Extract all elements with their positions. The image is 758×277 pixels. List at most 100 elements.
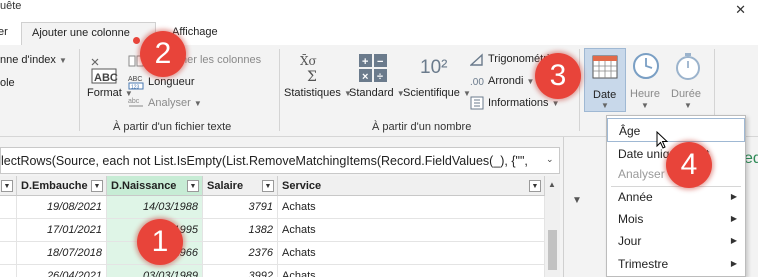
svg-text:ABC: ABC (128, 76, 142, 83)
dropdown-arrow-icon: ▼ (684, 101, 692, 110)
svg-text:×: × (362, 71, 368, 83)
filter-dropdown-icon[interactable]: ▼ (262, 180, 274, 192)
parse-button[interactable]: Analyser ▼ (148, 97, 202, 109)
date-button[interactable]: Date ▼ (584, 48, 626, 112)
annotation-badge-3: 3 (535, 53, 581, 99)
header-label: Service (282, 180, 322, 192)
group-label-number: À partir d'un nombre (372, 121, 472, 133)
length-icon: ABC 123 (128, 76, 144, 91)
table-cell[interactable]: Achats (278, 265, 545, 277)
menu-item-age[interactable]: Âge (607, 118, 745, 142)
header-label: Salaire (207, 180, 244, 192)
menu-item-label: Jour (618, 234, 642, 248)
column-header-d-embauche[interactable]: D.Embauche ▼ (17, 176, 107, 196)
annotation-badge-4: 4 (666, 142, 712, 188)
chevron-down-icon[interactable]: ⌄ (546, 154, 554, 165)
table-cell[interactable] (0, 242, 17, 265)
table-cell[interactable] (0, 219, 17, 242)
table-cell[interactable]: Achats (278, 242, 545, 265)
menu-item-label: Année (618, 190, 653, 204)
annotation-badge-2: 2 (140, 31, 186, 77)
table-cell[interactable]: 19/08/2021 (17, 196, 107, 219)
scientific-button[interactable]: Scientifique ▼ (403, 87, 471, 99)
formula-bar[interactable]: lectRows(Source, each not List.IsEmpty(L… (0, 147, 560, 174)
svg-text:÷: ÷ (377, 71, 383, 83)
rounding-button[interactable]: Arrondi ▼ (488, 75, 534, 87)
table-cell[interactable]: 03/03/1989 (107, 265, 203, 277)
index-column-label: nne d'index (0, 54, 56, 66)
table-cell[interactable]: 2376 (203, 242, 278, 265)
menu-item-year[interactable]: Année ▶ (607, 185, 745, 209)
formula-text: lectRows(Source, each not List.IsEmpty(L… (1, 154, 528, 168)
chevron-down-icon[interactable]: ▼ (572, 195, 582, 206)
time-button[interactable]: Heure (630, 88, 660, 100)
dropdown-arrow-icon: ▼ (526, 77, 535, 86)
filter-dropdown-icon[interactable]: ▼ (1, 180, 13, 192)
format-button[interactable]: Format ▼ (87, 87, 133, 99)
menu-item-month[interactable]: Mois ▶ (607, 207, 745, 231)
menu-item-quarter[interactable]: Trimestre ▶ (607, 252, 745, 276)
rounding-icon: .00 (470, 77, 484, 88)
column-header-service[interactable]: Service ▼ (278, 176, 545, 196)
column-header-prev[interactable]: ▼ (0, 176, 17, 196)
format-text-icon: ABC (91, 58, 118, 84)
annotation-badge-1: 1 (137, 219, 183, 265)
date-dropdown-menu: Âge Date uniquement Analyser Année ▶ Mois… (606, 115, 746, 277)
information-label: Informations (488, 97, 549, 109)
chevron-right-icon: ▶ (730, 214, 737, 223)
standard-icon: + − × ÷ (359, 54, 387, 83)
statistics-icon: X̄σ Σ (300, 53, 317, 83)
information-button[interactable]: Informations ▼ (488, 97, 560, 109)
svg-text:123: 123 (131, 85, 140, 91)
table-cell[interactable]: 3791 (203, 196, 278, 219)
group-label-text: À partir d'un fichier texte (113, 121, 232, 133)
menu-item-label: Mois (618, 212, 644, 226)
filter-dropdown-icon[interactable]: ▼ (91, 180, 103, 192)
table-cell[interactable]: 26/04/2021 (17, 265, 107, 277)
tab-fichier[interactable]: er (0, 22, 18, 45)
table-cell[interactable]: 3992 (203, 265, 278, 277)
column-header-salaire[interactable]: Salaire ▼ (203, 176, 278, 196)
window-title: uête (0, 0, 22, 12)
date-label: Date (593, 89, 617, 101)
table-cell[interactable] (0, 265, 17, 277)
trigonometry-icon (470, 53, 483, 66)
mouse-cursor-icon (656, 131, 668, 149)
close-window-icon[interactable]: ✕ (735, 2, 746, 18)
conditional-column-button[interactable]: ole (0, 77, 15, 89)
right-panel-fragment: eq (744, 150, 758, 167)
table-cell[interactable]: 17/01/2021 (17, 219, 107, 242)
table-cell[interactable] (0, 196, 17, 219)
scrollbar-thumb[interactable] (548, 230, 557, 270)
filter-dropdown-icon[interactable]: ▼ (529, 180, 541, 192)
scroll-up-icon[interactable]: ▲ (548, 180, 556, 189)
table-cell[interactable]: 18/07/2018 (17, 242, 107, 265)
chevron-right-icon: ▶ (730, 192, 737, 201)
table-cell[interactable]: Achats (278, 219, 545, 242)
dropdown-arrow-icon: ▼ (641, 101, 649, 110)
column-header-d-naissance[interactable]: D.Naissance ▼ (107, 176, 203, 196)
rounding-label: Arrondi (488, 75, 524, 87)
svg-text:+: + (362, 56, 368, 68)
title-bar: uête ✕ (0, 0, 758, 22)
clock-icon (633, 53, 659, 79)
length-button[interactable]: Longueur (148, 76, 195, 88)
header-label: D.Embauche (21, 180, 88, 192)
table-cell[interactable]: Achats (278, 196, 545, 219)
table-cell[interactable]: 14/03/1988 (107, 196, 203, 219)
table-cell[interactable]: 1382 (203, 219, 278, 242)
ribbon-separator (579, 49, 580, 131)
filter-dropdown-icon[interactable]: ▼ (187, 180, 199, 192)
menu-item-day[interactable]: Jour ▶ (607, 229, 745, 253)
menu-item-label: Trimestre (618, 257, 669, 271)
parse-label: Analyser (148, 97, 191, 109)
ribbon-separator (79, 49, 80, 131)
svg-text:X̄σ: X̄σ (300, 53, 317, 68)
calendar-icon (592, 55, 618, 79)
index-column-button[interactable]: nne d'index ▼ (0, 54, 67, 66)
standard-button[interactable]: Standard ▼ (349, 87, 405, 99)
dropdown-arrow-icon: ▼ (601, 101, 609, 110)
statistics-button[interactable]: Statistiques ▼ (284, 87, 352, 99)
header-label: D.Naissance (111, 180, 177, 192)
duration-button[interactable]: Durée (671, 88, 701, 100)
